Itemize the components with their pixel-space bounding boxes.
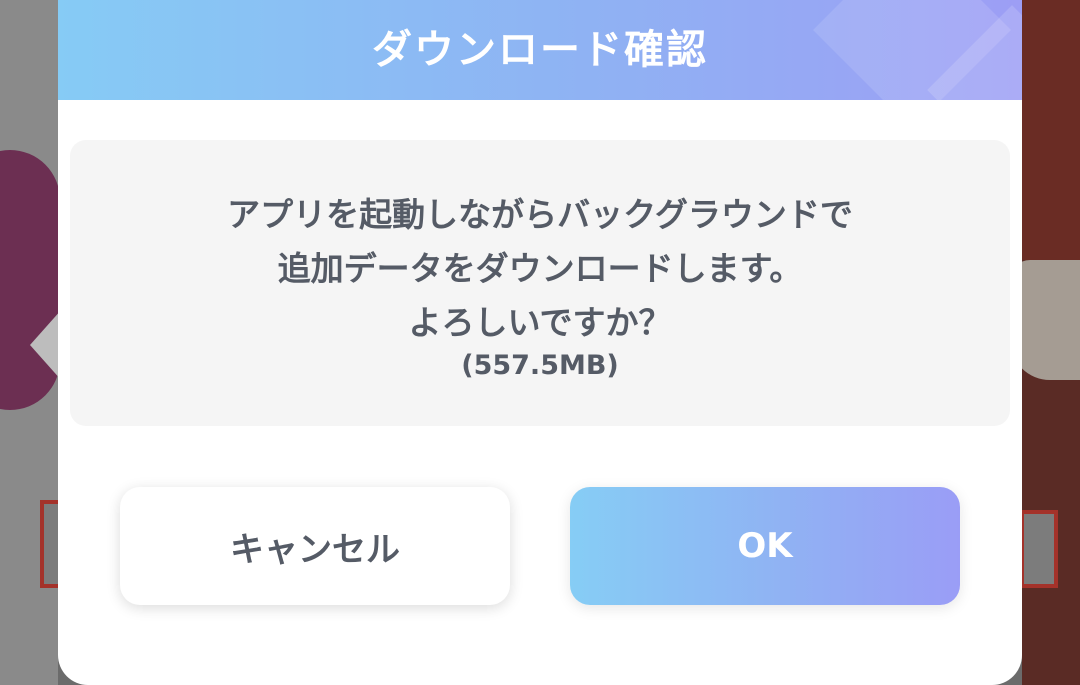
message-box: アプリを起動しながらバックグラウンドで 追加データをダウンロードします。 よろし… — [70, 140, 1010, 426]
message-line: よろしいですか？ — [408, 303, 672, 342]
background-frame-right — [1020, 510, 1058, 588]
ok-button[interactable]: OK — [570, 487, 960, 605]
background-character-left — [0, 150, 60, 410]
background-character-right — [1022, 0, 1080, 260]
message-line: アプリを起動しながらバックグラウンドで — [227, 195, 853, 234]
dialog-header: ダウンロード確認 — [58, 0, 1022, 100]
download-size-label: (557.5MB) — [461, 350, 619, 381]
download-confirm-dialog: ダウンロード確認 アプリを起動しながらバックグラウンドで 追加データをダウンロー… — [58, 0, 1022, 685]
message-line: 追加データをダウンロードします。 — [277, 249, 803, 288]
cancel-button[interactable]: キャンセル — [120, 487, 510, 605]
dialog-title: ダウンロード確認 — [372, 27, 708, 73]
